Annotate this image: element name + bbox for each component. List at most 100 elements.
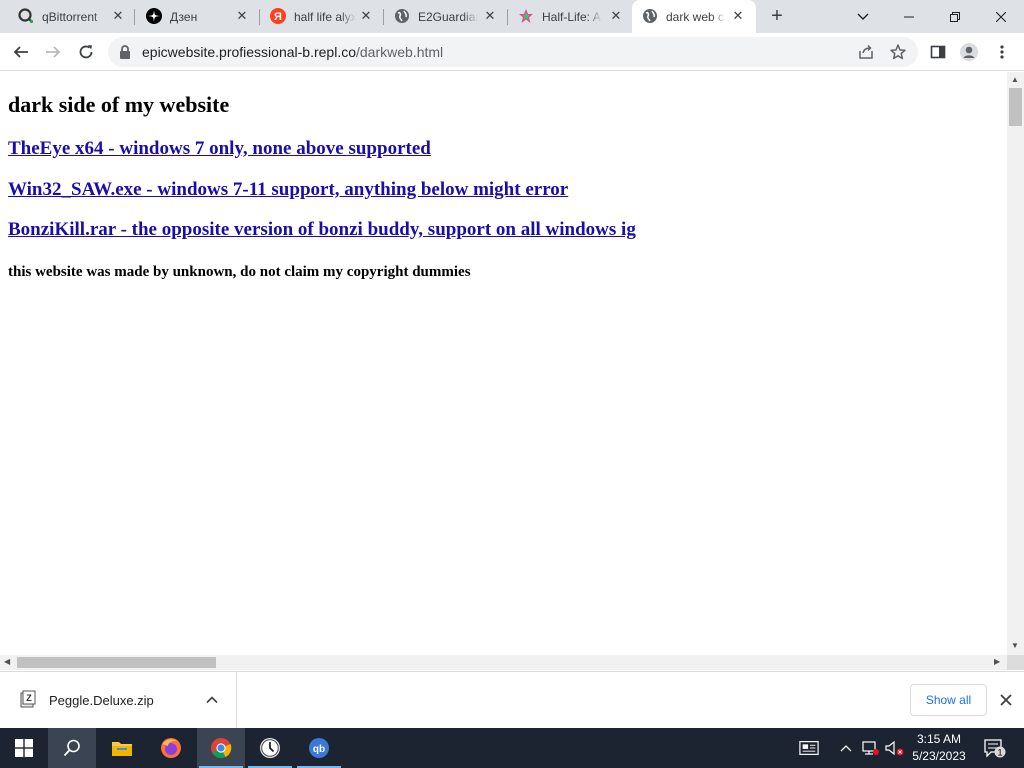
tab-strip: qBittorrent ✕ Дзен ✕ Я half life alyx ✕ … [0,0,1024,33]
tab-title: dark web c [666,10,725,24]
start-button[interactable] [0,728,48,768]
svg-text:qb: qb [313,744,325,755]
arrow-right-icon [46,46,61,58]
copyright-note: this website was made by unknown, do not… [8,264,471,280]
minimize-button[interactable] [886,0,932,33]
close-icon[interactable]: ✕ [482,8,498,24]
search-button[interactable] [48,728,96,768]
browser-toolbar: epicwebsite.profiessional-b.repl.co/dark… [0,33,1024,71]
scroll-right-icon[interactable]: ▶ [994,658,1000,666]
tab-title: Дзен [170,10,198,24]
svg-text:Я: Я [274,11,282,23]
tab-zen[interactable]: Дзен ✕ [136,0,258,33]
tab-title: half life alyx [294,10,356,24]
download-file-name: Peggle.Deluxe.zip [49,693,154,708]
tab-dark-web[interactable]: dark web c ✕ [632,0,756,33]
url-text: epicwebsite.profiessional-b.repl.co/dark… [142,44,443,60]
folder-icon [112,742,132,756]
clock-time: 3:15 AM [916,732,962,746]
reload-button[interactable] [72,38,100,66]
yandex-icon: Я [270,8,286,24]
zip-file-icon: Z [20,690,36,708]
notification-count: 1 [997,748,1002,758]
news-widget-icon[interactable] [799,738,819,758]
tab-half-life-alyx[interactable]: Half-Life: Alyx ✕ [508,0,630,33]
clock-date: 5/23/2023 [912,749,966,763]
scroll-down-icon[interactable]: ▼ [1011,642,1019,650]
side-panel-button[interactable] [924,38,952,66]
minimize-icon [904,16,914,17]
close-icon[interactable]: ✕ [608,8,624,24]
qbittorrent-icon: qb [309,738,329,758]
tab-separator [134,9,135,25]
close-icon[interactable]: ✕ [730,8,746,24]
zen-icon [146,8,162,24]
taskbar-file-explorer[interactable] [98,728,146,768]
tab-e2guardian[interactable]: E2Guardian ✕ [384,0,506,33]
close-icon [996,11,1006,22]
globe-icon [642,8,658,24]
back-button[interactable] [7,38,35,66]
avatar-icon [960,43,978,61]
url-host: epicwebsite.profiessional-b.repl.co [142,44,356,60]
search-icon [63,739,80,757]
tab-title: E2Guardian [418,10,478,24]
forward-button[interactable] [39,38,67,66]
close-icon[interactable]: ✕ [358,8,374,24]
link-theeye[interactable]: TheEye x64 - windows 7 only, none above … [8,138,431,160]
network-icon[interactable] [861,738,881,758]
horizontal-scrollbar[interactable]: ◀ ▶ [0,655,1007,670]
globe-icon [394,8,410,24]
bookmark-star-icon[interactable] [889,43,907,61]
tab-qbittorrent[interactable]: qBittorrent ✕ [8,0,132,33]
chevron-up-icon[interactable] [836,738,856,758]
arrow-left-icon [13,46,28,58]
qbittorrent-icon [18,8,34,24]
chevron-up-icon[interactable] [205,693,219,707]
link-win32-saw[interactable]: Win32_SAW.exe - windows 7-11 support, an… [8,179,568,201]
tab-half-life-alyx-search[interactable]: Я half life alyx ✕ [260,0,382,33]
taskbar-chrome[interactable] [197,728,245,768]
taskbar-firefox[interactable] [147,728,195,768]
new-tab-button[interactable]: + [766,6,788,28]
tab-search-button[interactable] [840,0,886,33]
halflife-star-icon [518,8,534,24]
tab-title: qBittorrent [42,10,98,24]
system-clock[interactable]: 3:15 AM 5/23/2023 [906,731,972,765]
restore-button[interactable] [932,0,978,33]
download-item[interactable]: Z Peggle.Deluxe.zip [0,672,237,728]
restore-icon [950,11,960,22]
close-icon[interactable]: ✕ [234,8,250,24]
download-shelf: Z Peggle.Deluxe.zip Show all [0,671,1024,728]
url-path: /darkweb.html [356,44,444,60]
reload-icon [79,45,93,59]
show-all-button[interactable]: Show all [910,684,987,716]
vertical-scrollbar[interactable]: ▲ ▼ [1007,72,1024,655]
windows-logo-icon [15,739,33,757]
svg-text:Z: Z [26,693,32,703]
vertical-scroll-thumb[interactable] [1009,88,1022,126]
taskbar-clock-app[interactable] [246,728,294,768]
windows-taskbar: qb 3:15 AM 5/23/2023 1 [0,728,1024,768]
horizontal-scroll-thumb[interactable] [17,657,216,668]
chrome-icon [211,738,232,759]
page-content: dark side of my website TheEye x64 - win… [0,72,1007,655]
share-icon[interactable] [857,43,875,61]
address-bar[interactable]: epicwebsite.profiessional-b.repl.co/dark… [108,37,918,67]
link-bonzikill[interactable]: BonziKill.rar - the opposite version of … [8,219,636,241]
scroll-left-icon[interactable]: ◀ [4,658,10,666]
side-panel-icon [930,45,946,59]
lock-icon[interactable] [118,44,132,60]
scroll-up-icon[interactable]: ▲ [1011,76,1019,84]
scrollbar-corner [1007,655,1024,670]
volume-muted-icon[interactable] [885,738,905,758]
close-icon[interactable] [998,692,1014,708]
profile-button[interactable] [955,38,983,66]
menu-button[interactable] [988,38,1016,66]
firefox-icon [161,738,181,758]
close-window-button[interactable] [978,0,1024,33]
tab-title: Half-Life: Alyx [542,10,602,24]
close-icon[interactable]: ✕ [110,8,126,24]
taskbar-qbittorrent[interactable]: qb [295,728,343,768]
notification-center-icon[interactable]: 1 [982,738,1008,758]
